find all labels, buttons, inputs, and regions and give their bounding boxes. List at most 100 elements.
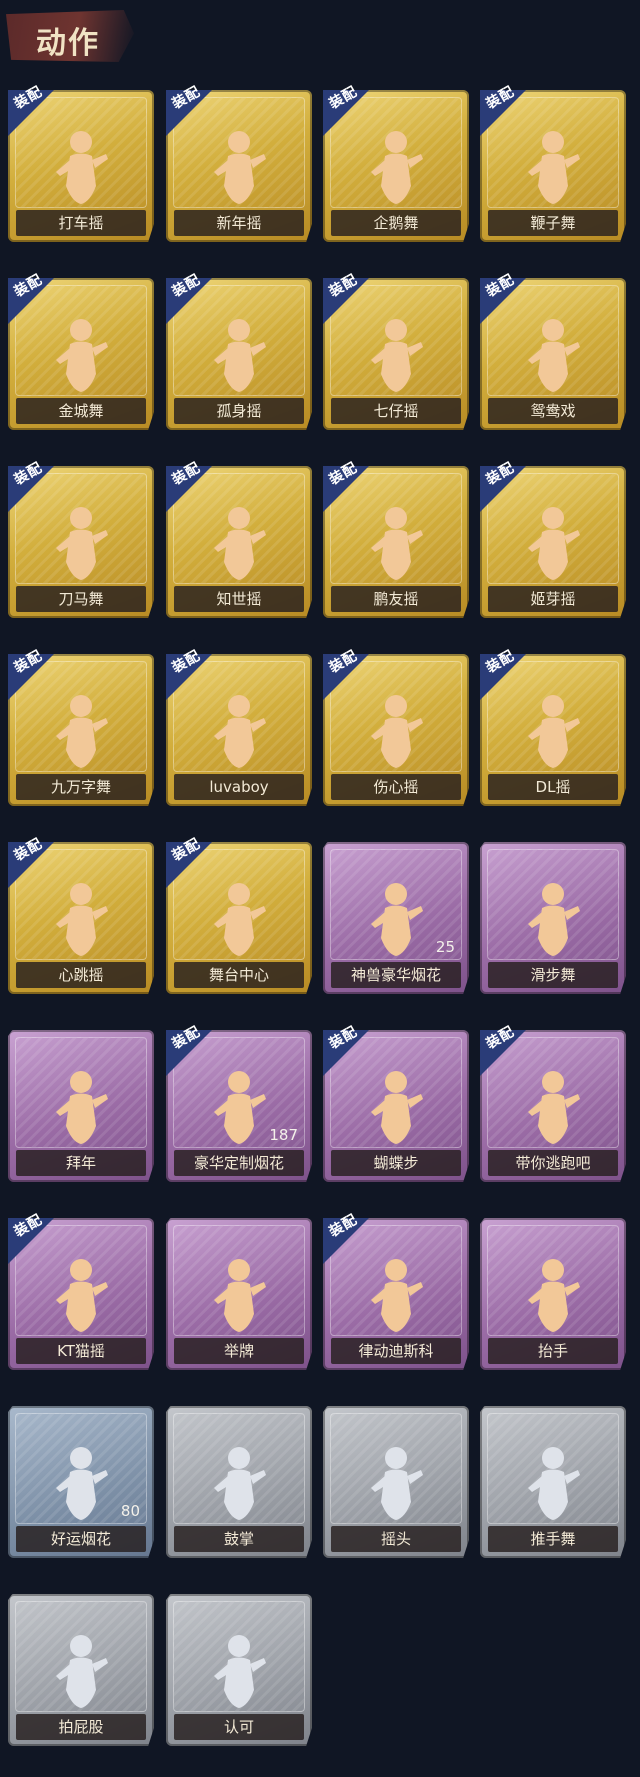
action-card[interactable]: 拜年 bbox=[8, 1030, 154, 1182]
dance-pose-icon bbox=[518, 878, 588, 958]
action-card-label: 鹏友摇 bbox=[331, 586, 461, 612]
fireworks-box-icon bbox=[204, 1066, 274, 1146]
action-card[interactable]: 装配 打车摇 bbox=[8, 84, 154, 242]
action-card[interactable]: 摇头 bbox=[323, 1406, 469, 1558]
dance-pose-icon bbox=[518, 126, 588, 206]
action-card-label: 好运烟花 bbox=[16, 1526, 146, 1552]
action-card[interactable]: 装配 企鹅舞 bbox=[323, 84, 469, 242]
action-card-label: 神兽豪华烟花 bbox=[331, 962, 461, 988]
dance-pose-icon bbox=[204, 690, 274, 770]
action-card-label: 蝴蝶步 bbox=[331, 1150, 461, 1176]
slap-pose-icon bbox=[46, 1630, 116, 1710]
dance-pose-icon bbox=[518, 1066, 588, 1146]
action-card[interactable]: 装配 蝴蝶步 bbox=[323, 1024, 469, 1182]
action-card[interactable]: 装配 鸳鸯戏 bbox=[480, 272, 626, 430]
thumbs-up-icon bbox=[204, 1630, 274, 1710]
action-card[interactable]: 认可 bbox=[166, 1594, 312, 1746]
action-card-label: 认可 bbox=[174, 1714, 304, 1740]
action-card[interactable]: 装配 七仔摇 bbox=[323, 272, 469, 430]
dance-pose-icon bbox=[518, 690, 588, 770]
raise-hand-icon bbox=[518, 1254, 588, 1334]
dance-pose-icon bbox=[204, 126, 274, 206]
action-card-label: 七仔摇 bbox=[331, 398, 461, 424]
action-card[interactable]: 装配 律动迪斯科 bbox=[323, 1212, 469, 1370]
action-card-label: 抬手 bbox=[488, 1338, 618, 1364]
action-card[interactable]: 装配 姬芽摇 bbox=[480, 460, 626, 618]
action-card[interactable]: 装配 鹏友摇 bbox=[323, 460, 469, 618]
action-card[interactable]: 装配 带你逃跑吧 bbox=[480, 1024, 626, 1182]
action-card-label: 滑步舞 bbox=[488, 962, 618, 988]
action-card-label: 姬芽摇 bbox=[488, 586, 618, 612]
action-card[interactable]: 抬手 bbox=[480, 1218, 626, 1370]
action-card[interactable]: 装配 luvaboy bbox=[166, 648, 312, 806]
action-card-label: 摇头 bbox=[331, 1526, 461, 1552]
bow-pose-icon bbox=[46, 1066, 116, 1146]
dance-pose-icon bbox=[361, 1066, 431, 1146]
action-card-label: 心跳摇 bbox=[16, 962, 146, 988]
action-card[interactable]: 装配 DL摇 bbox=[480, 648, 626, 806]
action-card[interactable]: 80 好运烟花 bbox=[8, 1406, 154, 1558]
action-card[interactable]: 装配 金城舞 bbox=[8, 272, 154, 430]
action-card-label: 律动迪斯科 bbox=[331, 1338, 461, 1364]
dance-pose-icon bbox=[204, 502, 274, 582]
action-card-label: KT猫摇 bbox=[16, 1338, 146, 1364]
action-card[interactable]: 装配 鞭子舞 bbox=[480, 84, 626, 242]
action-card-label: 鞭子舞 bbox=[488, 210, 618, 236]
section-title: 动作 bbox=[36, 26, 100, 61]
dance-pose-icon bbox=[46, 502, 116, 582]
heart-hands-pose-icon bbox=[361, 690, 431, 770]
action-card-label: 推手舞 bbox=[488, 1526, 618, 1552]
action-card[interactable]: 装配 187 豪华定制烟花 bbox=[166, 1024, 312, 1182]
action-card[interactable]: 拍屁股 bbox=[8, 1594, 154, 1746]
dance-pose-icon bbox=[518, 314, 588, 394]
action-card[interactable]: 鼓掌 bbox=[166, 1406, 312, 1558]
action-card[interactable]: 装配 知世摇 bbox=[166, 460, 312, 618]
action-card-label: 九万字舞 bbox=[16, 774, 146, 800]
dance-pose-icon bbox=[46, 690, 116, 770]
action-card[interactable]: 装配 刀马舞 bbox=[8, 460, 154, 618]
action-card-label: 豪华定制烟花 bbox=[174, 1150, 304, 1176]
action-card-label: 金城舞 bbox=[16, 398, 146, 424]
action-card-label: 拍屁股 bbox=[16, 1714, 146, 1740]
action-card-label: 新年摇 bbox=[174, 210, 304, 236]
fireworks-icon bbox=[361, 878, 431, 958]
dance-pose-icon bbox=[46, 314, 116, 394]
action-card-label: 知世摇 bbox=[174, 586, 304, 612]
dance-pose-icon bbox=[46, 1254, 116, 1334]
action-card[interactable]: 装配 舞台中心 bbox=[166, 836, 312, 994]
action-card-label: 企鹅舞 bbox=[331, 210, 461, 236]
item-count: 187 bbox=[269, 1126, 298, 1144]
action-card[interactable]: 装配 心跳摇 bbox=[8, 836, 154, 994]
action-card[interactable]: 举牌 bbox=[166, 1218, 312, 1370]
action-card[interactable]: 装配 孤身摇 bbox=[166, 272, 312, 430]
clap-hands-icon bbox=[204, 1442, 274, 1522]
dance-pose-icon bbox=[46, 126, 116, 206]
action-card-label: 拜年 bbox=[16, 1150, 146, 1176]
push-hands-icon bbox=[518, 1442, 588, 1522]
action-card-label: 伤心摇 bbox=[331, 774, 461, 800]
action-card[interactable]: 装配 伤心摇 bbox=[323, 648, 469, 806]
action-card-label: 刀马舞 bbox=[16, 586, 146, 612]
action-card[interactable]: 滑步舞 bbox=[480, 842, 626, 994]
action-card[interactable]: 装配 KT猫摇 bbox=[8, 1212, 154, 1370]
action-card-label: 孤身摇 bbox=[174, 398, 304, 424]
action-card-label: luvaboy bbox=[174, 774, 304, 800]
action-card[interactable]: 25 神兽豪华烟花 bbox=[323, 842, 469, 994]
action-card[interactable]: 装配 九万字舞 bbox=[8, 648, 154, 806]
dance-pose-icon bbox=[361, 502, 431, 582]
item-count: 25 bbox=[435, 938, 455, 956]
action-card-label: DL摇 bbox=[488, 774, 618, 800]
shake-head-icon bbox=[361, 1442, 431, 1522]
action-card-label: 带你逃跑吧 bbox=[488, 1150, 618, 1176]
action-card-label: 鼓掌 bbox=[174, 1526, 304, 1552]
dance-pose-icon bbox=[518, 502, 588, 582]
dance-pose-icon bbox=[46, 878, 116, 958]
dance-pose-icon bbox=[204, 878, 274, 958]
disco-pose-icon bbox=[361, 1254, 431, 1334]
action-card[interactable]: 推手舞 bbox=[480, 1406, 626, 1558]
dance-pose-icon bbox=[361, 314, 431, 394]
dance-pose-icon bbox=[361, 126, 431, 206]
dance-pose-icon bbox=[204, 314, 274, 394]
action-card[interactable]: 装配 新年摇 bbox=[166, 84, 312, 242]
action-card-label: 舞台中心 bbox=[174, 962, 304, 988]
